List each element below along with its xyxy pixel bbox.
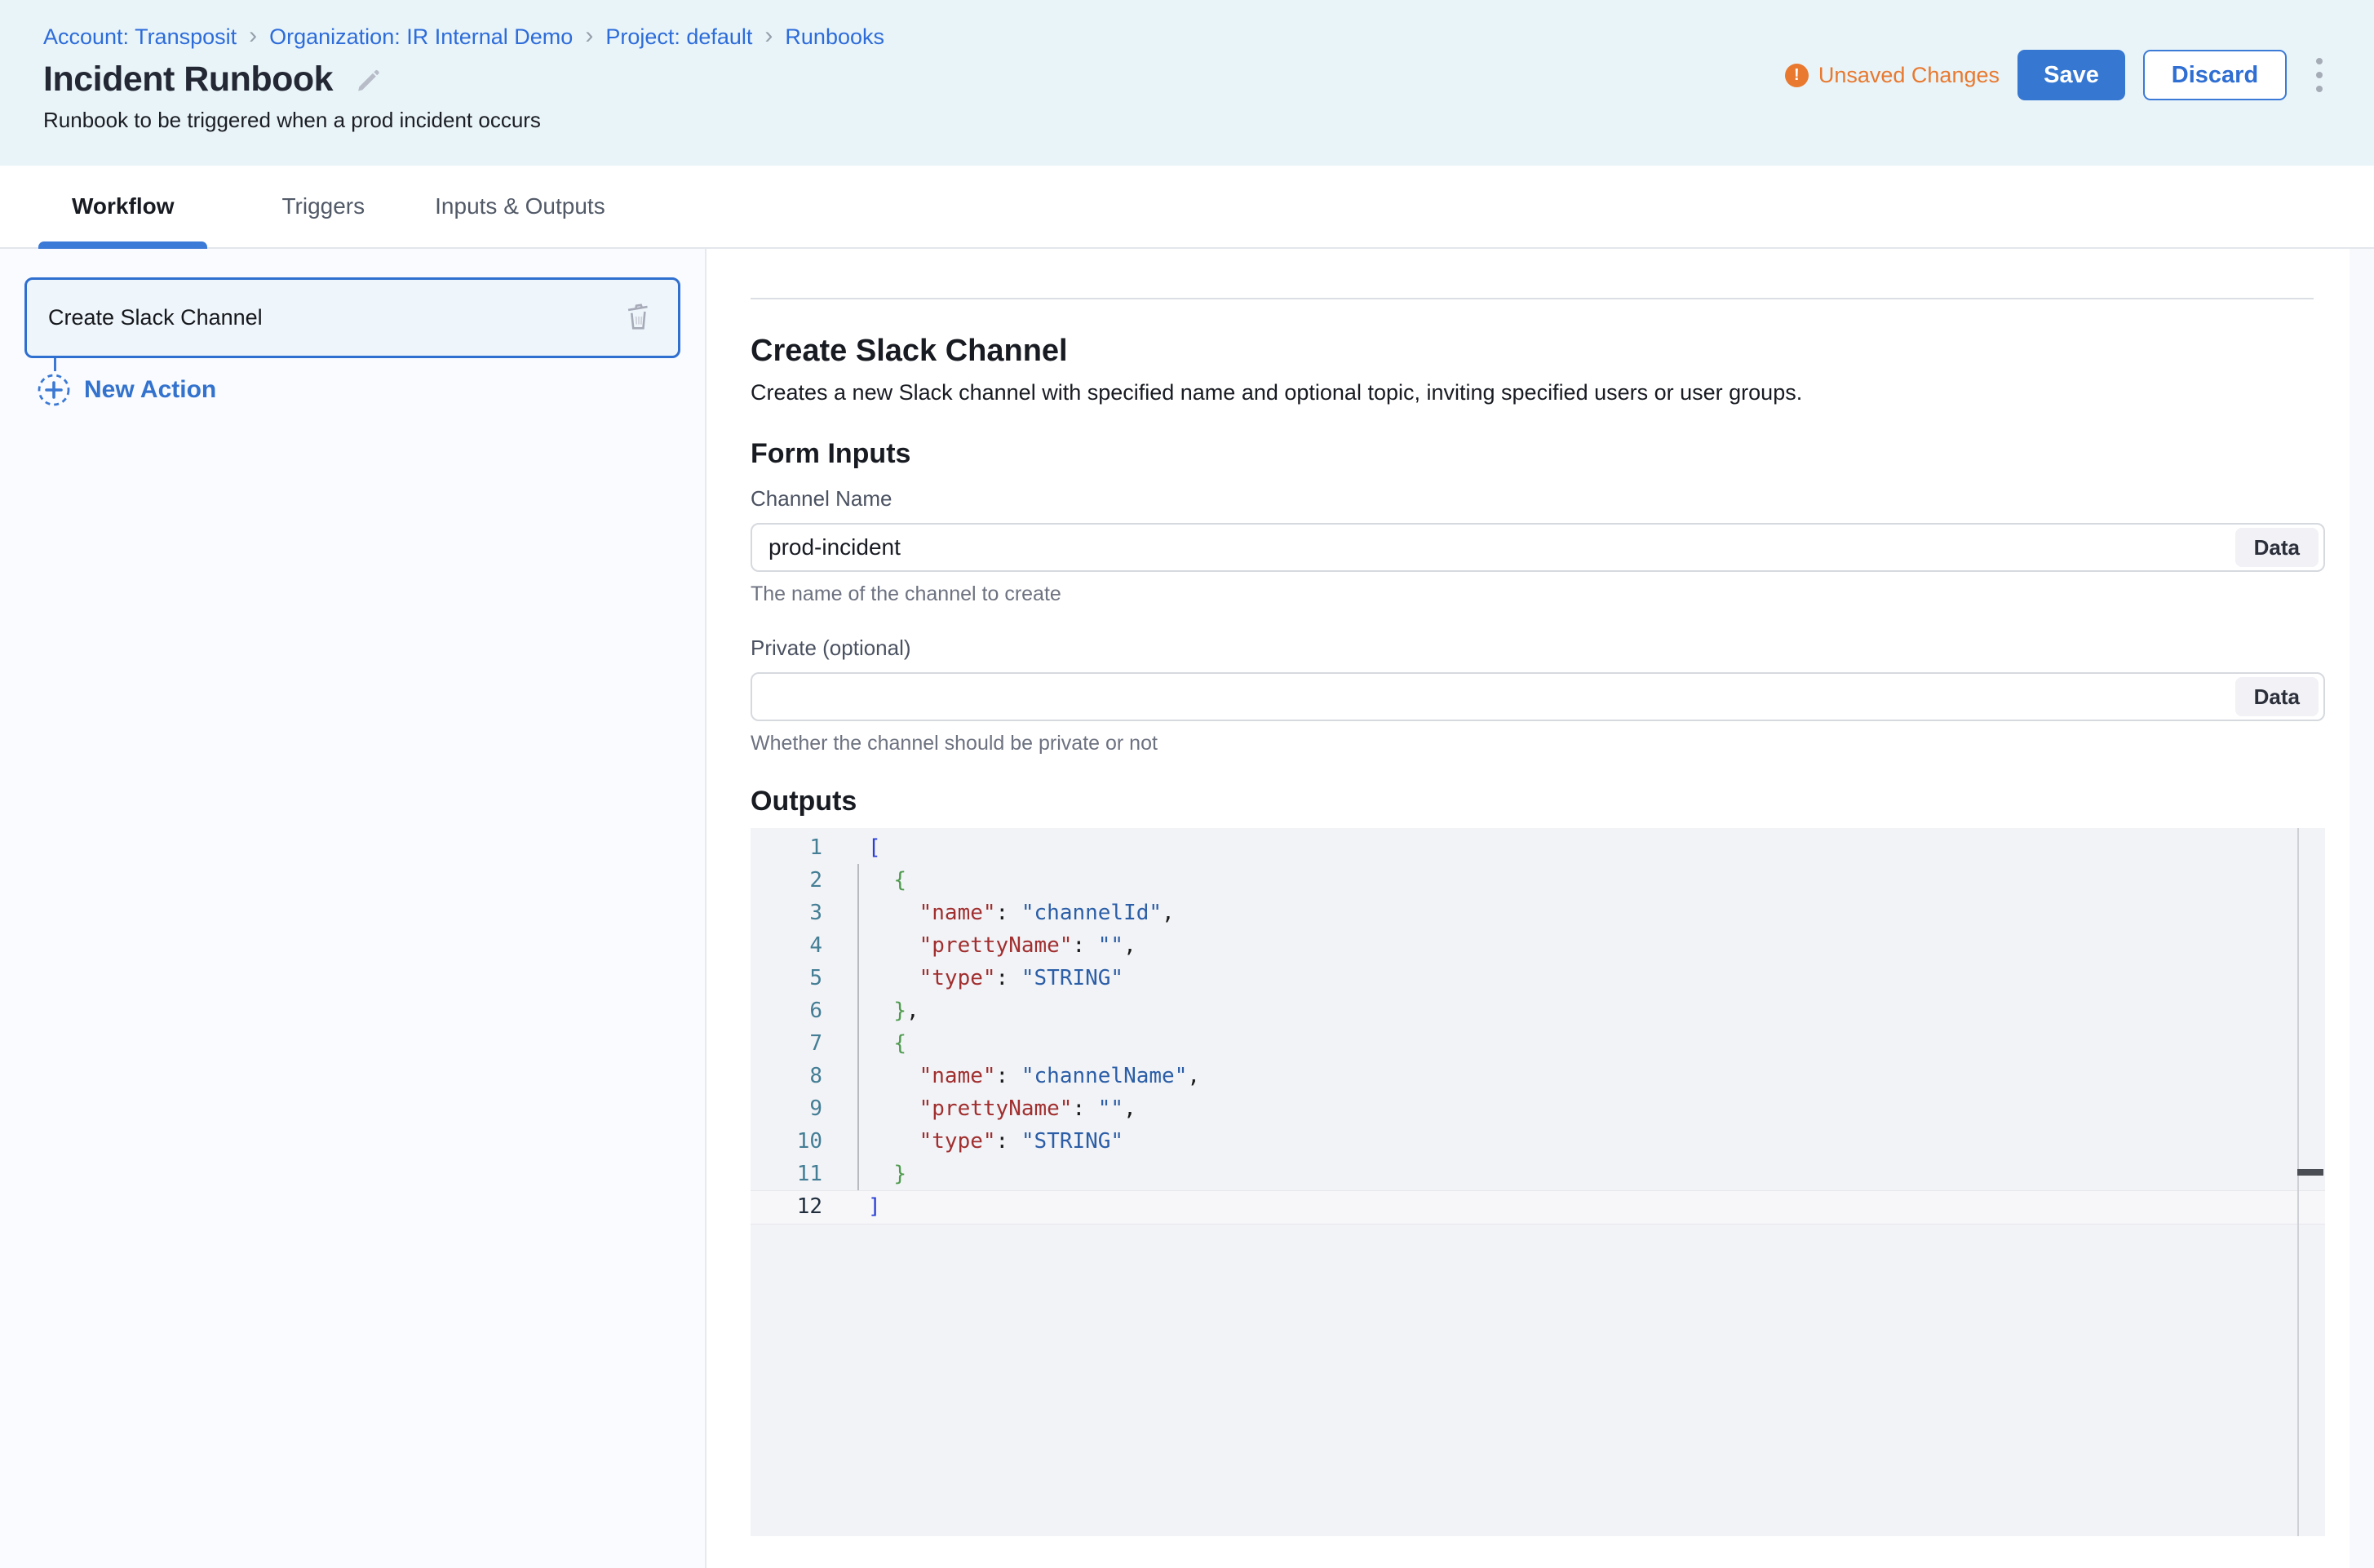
action-description: Creates a new Slack channel with specifi… — [751, 378, 2325, 407]
code-line[interactable]: 8 "name": "channelName", — [751, 1060, 2325, 1092]
code-line[interactable]: 10 "type": "STRING" — [751, 1125, 2325, 1158]
line-number: 6 — [751, 994, 822, 1027]
tab-bar: Workflow Triggers Inputs & Outputs — [0, 166, 2374, 249]
line-number: 10 — [751, 1125, 822, 1158]
line-text: } — [868, 1158, 906, 1190]
line-number: 7 — [751, 1027, 822, 1060]
unsaved-changes-label: Unsaved Changes — [1818, 63, 2000, 88]
line-text: "name": "channelName", — [868, 1060, 1200, 1092]
plus-circle-icon — [37, 373, 71, 407]
code-line[interactable]: 1[ — [751, 831, 2325, 864]
delete-action-trash-icon[interactable] — [619, 297, 657, 339]
section-divider — [751, 298, 2314, 299]
channel-name-label: Channel Name — [751, 485, 2325, 512]
line-text: ] — [868, 1190, 881, 1223]
line-number: 5 — [751, 962, 822, 994]
channel-name-data-button[interactable]: Data — [2235, 528, 2319, 567]
workflow-steps-panel: Create Slack Channel — [0, 249, 706, 1568]
page-title: Incident Runbook — [43, 60, 333, 100]
code-line[interactable]: 4 "prettyName": "", — [751, 929, 2325, 962]
line-number: 2 — [751, 864, 822, 897]
channel-name-row: Data — [751, 523, 2325, 572]
page-header: Account: Transposit › Organization: IR I… — [0, 0, 2374, 166]
line-number: 9 — [751, 1092, 822, 1125]
private-label: Private (optional) — [751, 635, 2325, 661]
private-row: Data — [751, 672, 2325, 721]
code-line[interactable]: 2 { — [751, 864, 2325, 897]
editor-ruler-line — [2297, 828, 2299, 1536]
channel-name-helper: The name of the channel to create — [751, 582, 2325, 607]
runbook-editor-page: Account: Transposit › Organization: IR I… — [0, 0, 2374, 1568]
new-action-label: New Action — [84, 376, 216, 404]
chevron-right-icon: › — [764, 24, 773, 48]
content-area: Create Slack Channel — [0, 249, 2374, 1568]
line-text: [ — [868, 831, 881, 864]
page-scrollbar-gutter — [2350, 249, 2374, 1568]
tab-triggers[interactable]: Triggers — [248, 166, 398, 247]
line-text: "type": "STRING" — [868, 962, 1123, 994]
header-actions: ! Unsaved Changes Save Discard — [1785, 50, 2327, 100]
breadcrumb-project-link[interactable]: Project: default — [605, 24, 752, 50]
warning-icon: ! — [1785, 64, 1809, 87]
action-card-label: Create Slack Channel — [48, 305, 263, 330]
chevron-right-icon: › — [585, 24, 593, 48]
private-helper: Whether the channel should be private or… — [751, 731, 2325, 756]
breadcrumb-account-link[interactable]: Account: Transposit — [43, 24, 237, 50]
form-inputs-heading: Form Inputs — [751, 436, 2325, 471]
private-input[interactable] — [751, 672, 2325, 721]
action-card-create-slack-channel[interactable]: Create Slack Channel — [24, 277, 680, 358]
channel-name-input[interactable] — [751, 523, 2325, 572]
private-data-button[interactable]: Data — [2235, 677, 2319, 716]
outputs-heading: Outputs — [751, 784, 2325, 818]
line-number: 11 — [751, 1158, 822, 1190]
line-number: 1 — [751, 831, 822, 864]
new-action-button[interactable]: New Action — [37, 373, 216, 407]
code-line[interactable]: 5 "type": "STRING" — [751, 962, 2325, 994]
line-number: 3 — [751, 897, 822, 929]
discard-button[interactable]: Discard — [2143, 50, 2287, 100]
chevron-right-icon: › — [249, 24, 257, 48]
code-line[interactable]: 11 } — [751, 1158, 2325, 1190]
code-line[interactable]: 6 }, — [751, 994, 2325, 1027]
line-number: 4 — [751, 929, 822, 962]
tab-inputs-outputs[interactable]: Inputs & Outputs — [401, 166, 639, 247]
line-text: "prettyName": "", — [868, 929, 1136, 962]
line-text: }, — [868, 994, 919, 1027]
code-line[interactable]: 7 { — [751, 1027, 2325, 1060]
line-text: "prettyName": "", — [868, 1092, 1136, 1125]
runbook-description: Runbook to be triggered when a prod inci… — [43, 108, 2374, 133]
save-button[interactable]: Save — [2017, 50, 2125, 100]
action-detail-panel: Create Slack Channel Creates a new Slack… — [706, 249, 2374, 1568]
breadcrumb-organization-link[interactable]: Organization: IR Internal Demo — [269, 24, 573, 50]
more-options-kebab-icon[interactable] — [2311, 53, 2327, 97]
editor-scrollbar-thumb[interactable] — [2297, 1169, 2323, 1176]
code-line[interactable]: 9 "prettyName": "", — [751, 1092, 2325, 1125]
line-number: 8 — [751, 1060, 822, 1092]
workflow-connector-line — [54, 358, 56, 371]
action-title: Create Slack Channel — [751, 332, 2325, 370]
code-line[interactable]: 12] — [751, 1190, 2325, 1223]
line-text: { — [868, 864, 906, 897]
line-text: "type": "STRING" — [868, 1125, 1123, 1158]
unsaved-changes-status: ! Unsaved Changes — [1785, 63, 2000, 88]
line-text: "name": "channelId", — [868, 897, 1175, 929]
code-line[interactable]: 3 "name": "channelId", — [751, 897, 2325, 929]
code-lines: 1[2 {3 "name": "channelId",4 "prettyName… — [751, 828, 2325, 1223]
tab-workflow[interactable]: Workflow — [38, 166, 207, 247]
breadcrumb: Account: Transposit › Organization: IR I… — [43, 24, 2374, 50]
edit-title-pencil-icon[interactable] — [354, 65, 383, 95]
breadcrumb-runbooks-link[interactable]: Runbooks — [785, 24, 884, 50]
line-text: { — [868, 1027, 906, 1060]
outputs-code-editor[interactable]: 1[2 {3 "name": "channelId",4 "prettyName… — [751, 828, 2325, 1536]
line-number: 12 — [751, 1190, 822, 1223]
